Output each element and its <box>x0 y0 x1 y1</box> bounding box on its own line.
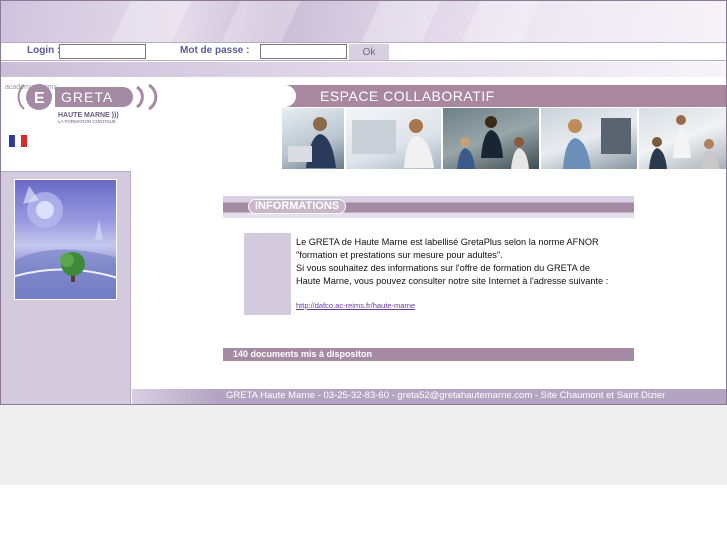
informations-header: INFORMATIONS <box>223 196 634 218</box>
page-frame: Login : Mot de passe : Ok académie Reims… <box>0 0 727 405</box>
footer: GRETA Haute Marne - 03-25-32-83-60 - gre… <box>132 389 726 404</box>
password-label: Mot de passe : <box>180 45 250 56</box>
region-text: HAUTE MARNE ))) <box>58 112 119 119</box>
top-banner <box>1 1 726 42</box>
photo-5 <box>639 108 726 169</box>
header: académie Reims E GRETA HAUTE MARNE ))) L… <box>1 77 726 171</box>
svg-text:E: E <box>34 90 45 107</box>
decorative-illustration <box>14 179 117 300</box>
documents-bar: 140 documents mis à dispositon <box>223 348 634 361</box>
documents-count-label: 140 documents mis à dispositon <box>233 349 373 359</box>
dafco-link[interactable]: http://dafco.ac-reims.fr/haute-marne <box>296 301 415 310</box>
info-image-placeholder <box>244 233 291 315</box>
login-input[interactable] <box>59 44 146 59</box>
ok-button[interactable]: Ok <box>349 44 389 60</box>
info-line-1: Le GRETA de Haute Marne est labellisé Gr… <box>296 237 599 247</box>
login-label: Login : <box>27 45 61 56</box>
login-bar: Login : Mot de passe : Ok <box>1 42 726 61</box>
page-title: ESPACE COLLABORATIF <box>320 88 495 104</box>
photo-strip <box>282 108 726 169</box>
informations-title: INFORMATIONS <box>248 199 347 214</box>
footer-text: GRETA Haute Marne - 03-25-32-83-60 - gre… <box>226 390 666 401</box>
espace-collaboratif-banner: ESPACE COLLABORATIF <box>282 85 726 107</box>
photo-2 <box>346 108 441 169</box>
photo-1 <box>282 108 344 169</box>
photo-3 <box>443 108 539 169</box>
info-line-2: "formation et prestations sur mesure pou… <box>296 250 503 260</box>
page-background-below <box>0 405 727 485</box>
tagline-text: LA FORMATION CONTINUE <box>58 119 116 124</box>
photo-4 <box>541 108 637 169</box>
main-content: INFORMATIONS Le GRETA de Haute Marne est… <box>132 171 726 389</box>
password-input[interactable] <box>260 44 347 59</box>
brand-text: GRETA <box>61 89 113 105</box>
greta-logo: académie Reims E GRETA HAUTE MARNE ))) L… <box>5 83 158 148</box>
info-line-3: Si vous souhaitez des informations sur l… <box>296 263 609 286</box>
sub-banner <box>1 62 726 77</box>
left-sidebar <box>1 171 131 404</box>
info-text: Le GRETA de Haute Marne est labellisé Gr… <box>296 236 616 288</box>
